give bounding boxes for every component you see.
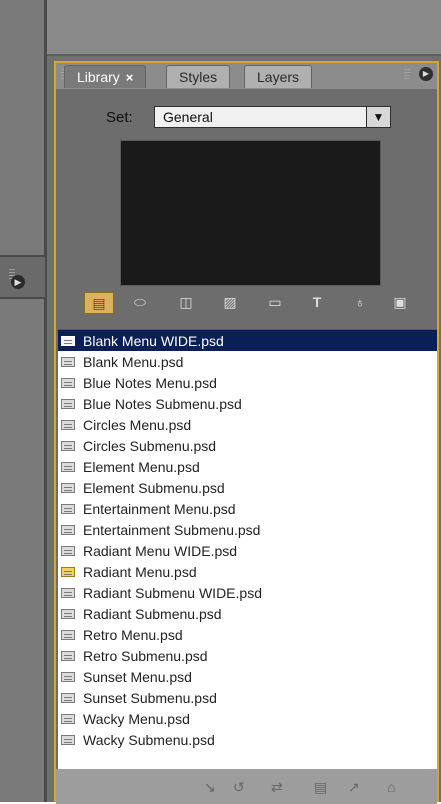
list-item[interactable]: Entertainment Menu.psd (58, 498, 437, 519)
image-icon[interactable]: ◫ (172, 292, 200, 312)
psd-icon (61, 461, 75, 472)
place-icon[interactable]: ↘ (204, 779, 216, 796)
menu-edit-icon[interactable]: ▤ (314, 779, 327, 796)
set-dropdown[interactable]: General ▼ (154, 106, 391, 128)
media-icon[interactable]: ▣ (386, 292, 414, 312)
tab-library[interactable]: Library × (64, 65, 147, 89)
psd-icon (61, 398, 75, 409)
list-item-label: Circles Menu.psd (83, 416, 192, 433)
psd-icon (61, 734, 75, 745)
psd-icon (61, 566, 75, 577)
list-item[interactable]: Circles Menu.psd (58, 414, 437, 435)
list-item[interactable]: Blue Notes Submenu.psd (58, 393, 437, 414)
set-label: Set: (106, 109, 133, 126)
pen-icon[interactable]: ♁ (346, 292, 374, 312)
list-item-label: Blue Notes Menu.psd (83, 374, 217, 391)
psd-icon (61, 524, 75, 535)
close-icon[interactable]: × (126, 67, 134, 89)
list-item-label: Circles Submenu.psd (83, 437, 217, 454)
list-item[interactable]: Blue Notes Menu.psd (58, 372, 437, 393)
list-item[interactable]: Blank Menu.psd (58, 351, 437, 372)
tab-styles[interactable]: Styles (166, 65, 231, 88)
list-item[interactable]: Element Menu.psd (58, 456, 437, 477)
list-item[interactable]: Radiant Menu WIDE.psd (58, 540, 437, 561)
list-item-label: Retro Menu.psd (83, 626, 183, 643)
list-item[interactable]: Wacky Submenu.psd (58, 729, 437, 750)
psd-icon (61, 503, 75, 514)
text-icon[interactable]: T (303, 292, 331, 312)
tab-layers-label: Layers (257, 69, 300, 85)
application-window: ▶ Library × Styles Layers ▶ Set: General … (0, 0, 441, 804)
list-item[interactable]: Element Submenu.psd (58, 477, 437, 498)
psd-icon (61, 692, 75, 703)
list-item-label: Sunset Submenu.psd (83, 689, 217, 706)
list-item-label: Radiant Menu.psd (83, 563, 197, 580)
list-item[interactable]: Entertainment Submenu.psd (58, 519, 437, 540)
list-item[interactable]: Retro Submenu.psd (58, 645, 437, 666)
menu-grip-icon (404, 69, 410, 81)
list-item-label: Entertainment Submenu.psd (83, 521, 261, 538)
list-item-label: Wacky Submenu.psd (83, 731, 215, 748)
list-item-label: Wacky Menu.psd (83, 710, 190, 727)
psd-icon (61, 713, 75, 724)
list-item-label: Retro Submenu.psd (83, 647, 208, 664)
texture-icon[interactable]: ▨ (216, 292, 244, 312)
panel-tabbar: Library × Styles Layers ▶ (56, 63, 437, 89)
list-item-label: Blank Menu.psd (83, 353, 184, 370)
collapsed-panel-arrow-icon[interactable]: ▶ (11, 275, 25, 289)
list-item-label: Blue Notes Submenu.psd (83, 395, 242, 412)
tab-library-label: Library (77, 69, 120, 85)
list-item-label: Blank Menu WIDE.psd (83, 332, 224, 349)
left-dock-strip (0, 0, 45, 802)
list-item[interactable]: Sunset Menu.psd (58, 666, 437, 687)
psd-icon (61, 356, 75, 367)
list-item[interactable]: Radiant Menu.psd (58, 561, 437, 582)
psd-icon (61, 377, 75, 388)
list-item[interactable]: Radiant Submenu.psd (58, 603, 437, 624)
psd-icon (61, 629, 75, 640)
tab-layers[interactable]: Layers (244, 65, 313, 88)
file-list[interactable]: Blank Menu WIDE.psd Blank Menu.psd Blue … (58, 329, 437, 770)
list-item[interactable]: Circles Submenu.psd (58, 435, 437, 456)
list-item-label: Radiant Submenu WIDE.psd (83, 584, 262, 601)
refresh-icon[interactable]: ↺ (233, 779, 245, 796)
list-item-label: Element Submenu.psd (83, 479, 225, 496)
list-item[interactable]: Retro Menu.psd (58, 624, 437, 645)
replace-icon[interactable]: ⇄ (271, 779, 283, 796)
list-item[interactable]: Radiant Submenu WIDE.psd (58, 582, 437, 603)
top-dock-area (47, 0, 441, 56)
list-item-label: Radiant Submenu.psd (83, 605, 222, 622)
list-item-label: Radiant Menu WIDE.psd (83, 542, 238, 559)
list-item[interactable]: Sunset Submenu.psd (58, 687, 437, 708)
psd-icon (61, 650, 75, 661)
list-item[interactable]: Blank Menu WIDE.psd (58, 330, 437, 351)
library-panel: Library × Styles Layers ▶ Set: General ▼ … (54, 61, 439, 804)
list-item-label: Sunset Menu.psd (83, 668, 192, 685)
panel-menu-icon[interactable]: ▶ (419, 67, 433, 81)
tab-styles-label: Styles (179, 69, 218, 85)
psd-icon (61, 587, 75, 598)
psd-icon (61, 335, 75, 346)
preview-area (120, 140, 381, 286)
list-item-label: Entertainment Menu.psd (83, 500, 236, 517)
list-item-label: Element Menu.psd (83, 458, 200, 475)
library-filter-toolbar: ▤ ⬭ ◫ ▨ ▭ T ♁ ▣ (84, 291, 424, 314)
psd-icon (61, 671, 75, 682)
button-icon[interactable]: ⬭ (126, 292, 154, 312)
list-item[interactable]: Wacky Menu.psd (58, 708, 437, 729)
new-icon[interactable]: ↗ (348, 779, 360, 796)
psd-icon (61, 419, 75, 430)
set-value: General (163, 109, 213, 125)
psd-icon (61, 440, 75, 451)
psd-icon (61, 545, 75, 556)
panel-bottom-toolbar: ↘ ↺ ⇄ ▤ ↗ ⌂ (56, 769, 437, 804)
dock-divider (44, 0, 47, 802)
psd-icon (61, 482, 75, 493)
set-row: Set: General ▼ (56, 106, 437, 132)
dropdown-arrow-icon[interactable]: ▼ (366, 107, 390, 127)
folder-icon[interactable]: ▭ (261, 292, 289, 312)
trash-icon[interactable]: ⌂ (387, 779, 395, 795)
menu-template-icon[interactable]: ▤ (84, 292, 114, 314)
psd-icon (61, 608, 75, 619)
